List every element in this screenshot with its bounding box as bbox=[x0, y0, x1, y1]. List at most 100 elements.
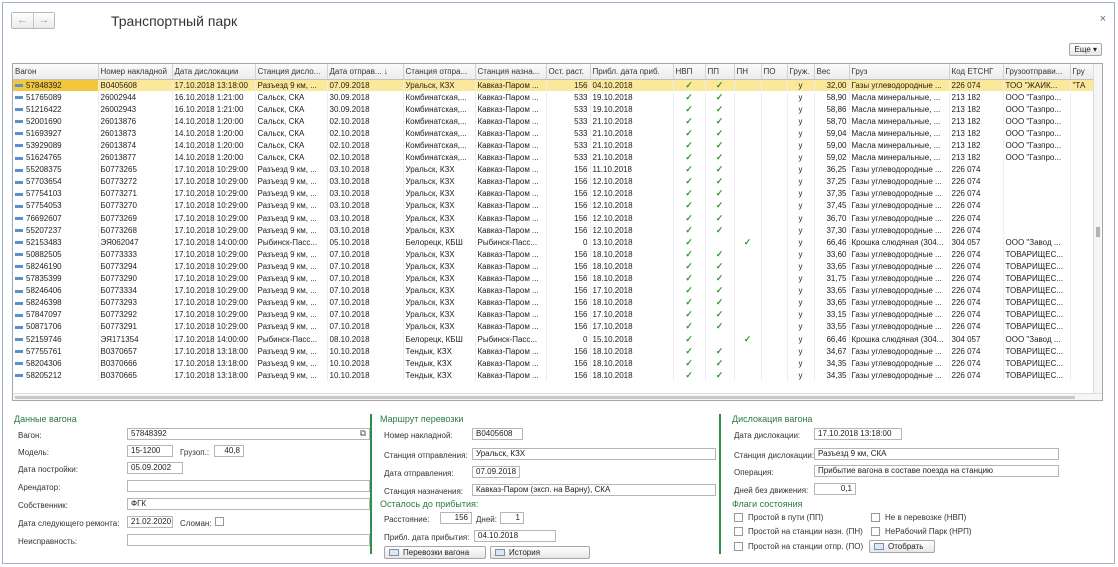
vertical-scroll-thumb[interactable] bbox=[1096, 227, 1100, 237]
dep-date-field[interactable]: 07.09.2018 bbox=[472, 466, 520, 478]
column-header[interactable]: Код ЕТСНГ bbox=[949, 64, 1004, 80]
flag-pp-checkbox[interactable] bbox=[734, 513, 743, 522]
table-row[interactable]: 57755761 В0370657 17.10.2018 13:18:00 Разъе… bbox=[13, 345, 1095, 358]
table-row[interactable]: 51624765 26013877 14.10.2018 1:20:00 Сальск… bbox=[13, 151, 1095, 164]
table-row[interactable]: 58204306 В0370666 17.10.2018 13:18:00 Разъе… bbox=[13, 357, 1095, 370]
model-field[interactable]: 15-1200 bbox=[127, 445, 173, 457]
fault-field[interactable] bbox=[127, 534, 370, 546]
column-header[interactable]: Станция дисло... bbox=[255, 64, 328, 80]
wagon-number: 51693927 bbox=[26, 128, 62, 138]
table-row[interactable]: 58246406 Б0773334 17.10.2018 10:29:00 Разъе… bbox=[13, 284, 1095, 297]
table-row[interactable]: 57754103 Б0773271 17.10.2018 10:29:00 Разъе… bbox=[13, 187, 1095, 200]
table-row[interactable]: 57848392 В0405608 17.10.2018 13:18:00 Разъе… bbox=[13, 79, 1095, 92]
table-cell: 156 bbox=[546, 175, 591, 188]
eta-field[interactable]: 04.10.2018 bbox=[474, 530, 556, 542]
column-header[interactable]: Станция отпра... bbox=[403, 64, 476, 80]
table-row[interactable]: 55207237 Б0773268 17.10.2018 10:29:00 Разъе… bbox=[13, 224, 1095, 237]
vertical-scrollbar[interactable] bbox=[1093, 64, 1102, 400]
table-cell: ТОВАРИЩЕС... bbox=[1003, 369, 1071, 382]
table-row[interactable]: 58205212 В0370665 17.10.2018 13:18:00 Разъе… bbox=[13, 369, 1095, 382]
dislocation-station-field[interactable]: Разъезд 9 км, СКА bbox=[814, 448, 1059, 460]
check-icon bbox=[761, 332, 788, 346]
days-field[interactable]: 1 bbox=[500, 512, 524, 524]
wagon-row-icon bbox=[15, 144, 23, 148]
table-row[interactable]: 76692607 Б0773269 17.10.2018 10:29:00 Разъе… bbox=[13, 212, 1095, 225]
check-icon: ✓ bbox=[705, 357, 735, 370]
column-header[interactable]: НВП bbox=[673, 64, 706, 80]
check-icon bbox=[761, 127, 788, 140]
table-row[interactable]: 50871706 Б0773291 17.10.2018 10:29:00 Разъе… bbox=[13, 320, 1095, 333]
table-row[interactable]: 58246190 Б0773294 17.10.2018 10:29:00 Разъе… bbox=[13, 260, 1095, 273]
table-row[interactable]: 55208375 Б0773265 17.10.2018 10:29:00 Разъе… bbox=[13, 163, 1095, 176]
filter-button[interactable]: Отобрать bbox=[869, 540, 935, 553]
forward-arrow-icon[interactable]: → bbox=[33, 13, 54, 28]
column-header[interactable]: Груз bbox=[849, 64, 950, 80]
column-header[interactable]: Дата дислокации bbox=[172, 64, 256, 80]
transport-button[interactable]: Перевозки вагона bbox=[384, 546, 486, 559]
table-cell: Разъезд 9 км, ... bbox=[255, 248, 328, 261]
table-row[interactable]: 51693927 26013873 14.10.2018 1:20:00 Сальск… bbox=[13, 127, 1095, 140]
history-button[interactable]: История bbox=[490, 546, 590, 559]
table-row[interactable]: 51765089 26002944 16.10.2018 1:21:00 Сальск… bbox=[13, 91, 1095, 104]
table-row[interactable]: 52153483 ЭЯ062047 17.10.2018 14:00:00 Рыбин… bbox=[13, 236, 1095, 249]
back-arrow-icon[interactable]: ← bbox=[12, 13, 33, 28]
wagon-field[interactable]: 57848392 bbox=[127, 428, 370, 440]
table-cell: 58204306 bbox=[13, 357, 99, 370]
flag-nvp-checkbox[interactable] bbox=[871, 513, 880, 522]
column-header[interactable]: Прибл. дата приб. bbox=[590, 64, 674, 80]
waybill-field[interactable]: В0405608 bbox=[472, 428, 523, 440]
table-row[interactable]: 52001690 26013876 14.10.2018 1:20:00 Сальск… bbox=[13, 115, 1095, 128]
dislocation-date-field[interactable]: 17.10.2018 13:18:00 bbox=[814, 428, 902, 440]
close-icon[interactable]: × bbox=[1100, 13, 1106, 25]
table-row[interactable]: 57754053 Б0773270 17.10.2018 10:29:00 Разъе… bbox=[13, 199, 1095, 213]
column-header[interactable]: ПП bbox=[705, 64, 735, 80]
flag-nrp-checkbox[interactable] bbox=[871, 527, 880, 536]
build-date-label: Дата постройки: bbox=[18, 465, 78, 474]
column-header[interactable]: ПН bbox=[734, 64, 762, 80]
table-cell: Уральск, КЗХ bbox=[403, 308, 476, 321]
check-icon: ✓ bbox=[705, 175, 735, 188]
column-header[interactable]: Гру bbox=[1070, 64, 1095, 80]
table-cell: 58246190 bbox=[13, 260, 99, 273]
owner-field[interactable]: ФГК bbox=[127, 498, 370, 510]
table-row[interactable]: 53929089 26013874 14.10.2018 1:20:00 Сальск… bbox=[13, 139, 1095, 152]
table-row[interactable]: 57847097 Б0773292 17.10.2018 10:29:00 Разъе… bbox=[13, 308, 1095, 321]
wagons-table[interactable]: Вагон Номер накладной Дата дислокации Станц… bbox=[12, 63, 1103, 401]
column-header[interactable]: Груж. bbox=[787, 64, 815, 80]
flag-po-checkbox[interactable] bbox=[734, 542, 743, 551]
column-header[interactable]: Дата отправ... ↓ bbox=[327, 64, 404, 80]
column-header[interactable]: Грузоотправи... bbox=[1003, 64, 1071, 80]
table-cell: Б0773269 bbox=[98, 212, 173, 225]
dep-station-field[interactable]: Уральск, КЗХ bbox=[472, 448, 716, 460]
column-header[interactable]: Вагон bbox=[13, 64, 99, 80]
lessee-field[interactable] bbox=[127, 480, 370, 492]
column-header[interactable]: Вес bbox=[814, 64, 850, 80]
build-date-field[interactable]: 05.09.2002 bbox=[127, 462, 183, 474]
distance-field[interactable]: 156 bbox=[440, 512, 472, 524]
table-cell: Уральск, КЗХ bbox=[403, 296, 476, 309]
open-icon[interactable]: ⧉ bbox=[357, 428, 369, 440]
table-row[interactable]: 57835399 Б0773290 17.10.2018 10:29:00 Разъе… bbox=[13, 272, 1095, 285]
table-cell: Б0773293 bbox=[98, 296, 173, 309]
dest-station-field[interactable]: Кавказ-Паром (эксп. на Варну), СКА bbox=[472, 484, 716, 496]
flag-pn-checkbox[interactable] bbox=[734, 527, 743, 536]
table-row[interactable]: 52159746 ЭЯ171354 17.10.2018 14:00:00 Рыбин… bbox=[13, 332, 1095, 346]
flag-pn-label: Простой на станции назн. (ПН) bbox=[748, 527, 863, 536]
column-header[interactable]: Станция назна... bbox=[475, 64, 547, 80]
table-cell bbox=[1070, 320, 1095, 333]
horizontal-scroll-thumb[interactable] bbox=[15, 396, 1075, 399]
column-header[interactable]: Ост. раст. bbox=[546, 64, 591, 80]
operation-field[interactable]: Прибытие вагона в составе поезда на стан… bbox=[814, 465, 1059, 477]
column-header[interactable]: ПО bbox=[761, 64, 788, 80]
table-row[interactable]: 51216422 26002943 16.10.2018 1:21:00 Сальск… bbox=[13, 103, 1095, 116]
capacity-field[interactable]: 40,8 bbox=[214, 445, 244, 457]
table-row[interactable]: 50882505 Б0773333 17.10.2018 10:29:00 Разъе… bbox=[13, 248, 1095, 261]
idle-days-field[interactable]: 0,1 bbox=[814, 483, 856, 495]
next-repair-field[interactable]: 21.02.2020 bbox=[127, 516, 173, 528]
table-row[interactable]: 58246398 Б0773293 17.10.2018 10:29:00 Разъе… bbox=[13, 296, 1095, 309]
horizontal-scrollbar[interactable] bbox=[13, 393, 1102, 400]
table-row[interactable]: 57703654 Б0773272 17.10.2018 10:29:00 Разъе… bbox=[13, 175, 1095, 188]
more-button[interactable]: Еще ▾ bbox=[1069, 43, 1102, 56]
column-header[interactable]: Номер накладной bbox=[98, 64, 173, 80]
broken-checkbox[interactable] bbox=[215, 517, 224, 526]
